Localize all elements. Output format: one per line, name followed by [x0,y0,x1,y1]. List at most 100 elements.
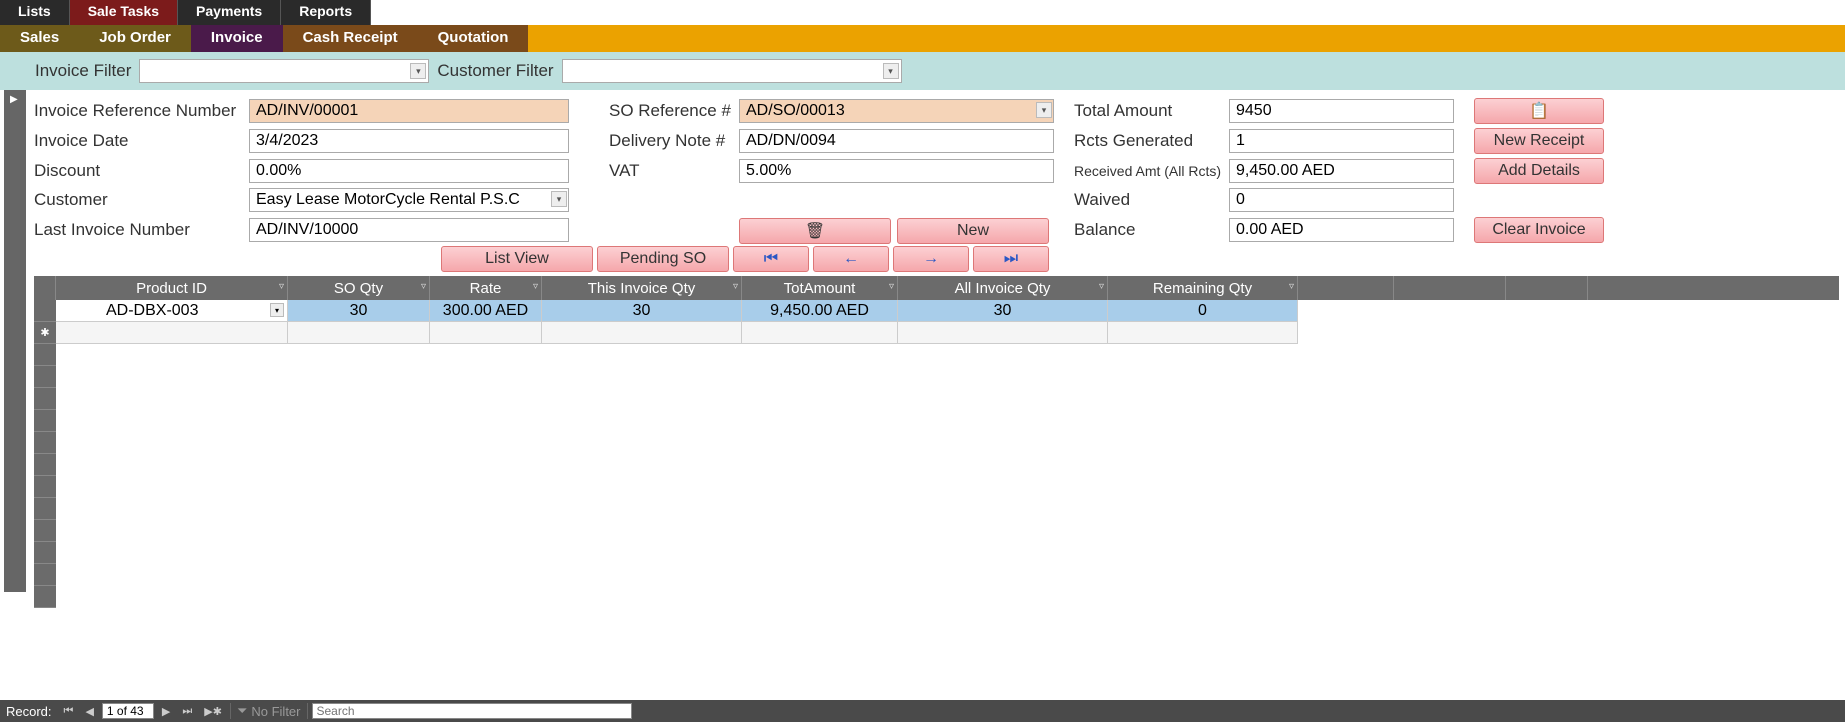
subtab-invoice[interactable]: Invoice [191,25,283,52]
col-extra-2[interactable] [1394,276,1506,300]
grid-blank-row [34,344,1839,366]
invoice-date-input[interactable] [249,129,569,153]
record-search-input[interactable] [312,703,632,719]
delete-button[interactable]: 🗑 [739,218,891,244]
record-new-icon[interactable]: ▶✱ [200,705,226,718]
so-ref-input[interactable] [739,99,1054,123]
list-view-button[interactable]: List View [441,246,593,272]
so-ref-label: SO Reference # [609,101,739,121]
nav-prev-button[interactable]: ← [813,246,889,272]
customer-input[interactable] [249,188,569,212]
discount-input[interactable] [249,159,569,183]
grid-blank-row [34,564,1839,586]
col-all-invoice-qty[interactable]: All Invoice Qty▿ [898,276,1108,300]
invoice-ref-input[interactable] [249,99,569,123]
subtab-job-order[interactable]: Job Order [79,25,191,52]
cell-all-invoice-qty[interactable]: 30 [898,300,1108,322]
filter-icon[interactable]: ▿ [1289,281,1294,292]
add-details-button[interactable]: Add Details [1474,158,1604,184]
total-amount-input[interactable] [1229,99,1454,123]
col-remaining-qty[interactable]: Remaining Qty▿ [1108,276,1298,300]
status-bar: Record: ⏮ ◀ 1 of 43 ▶ ⏭ ▶✱ ⏷No Filter [0,700,1845,722]
rcts-generated-input[interactable] [1229,129,1454,153]
tab-payments[interactable]: Payments [178,0,281,25]
grid-blank-row [34,542,1839,564]
subtab-quotation[interactable]: Quotation [418,25,529,52]
cell-so-qty[interactable]: 30 [288,300,430,322]
cell-rate[interactable]: 300.00 AED [430,300,542,322]
new-button[interactable]: New [897,218,1049,244]
subtab-cash-receipt[interactable]: Cash Receipt [283,25,418,52]
invoice-filter-label: Invoice Filter [35,61,131,81]
received-amt-input[interactable] [1229,159,1454,183]
trash-icon: 🗑 [805,221,825,241]
customer-filter-label: Customer Filter [437,61,553,81]
grid-header-row: Product ID▿ SO Qty▿ Rate▿ This Invoice Q… [34,276,1839,300]
col-this-invoice-qty[interactable]: This Invoice Qty▿ [542,276,742,300]
first-icon: ⏮ [764,250,778,268]
cell-remaining-qty[interactable]: 0 [1108,300,1298,322]
grid-row[interactable]: AD-DBX-003▾ 30 300.00 AED 30 9,450.00 AE… [34,300,1839,322]
filter-icon[interactable]: ▿ [421,281,426,292]
nav-first-button[interactable]: ⏮ [733,246,809,272]
tab-sale-tasks[interactable]: Sale Tasks [70,0,178,25]
tab-lists[interactable]: Lists [0,0,70,25]
grid-blank-row [34,432,1839,454]
col-extra-3[interactable] [1506,276,1588,300]
filter-icon[interactable]: ▿ [279,281,284,292]
filter-icon[interactable]: ▿ [533,281,538,292]
chevron-down-icon[interactable]: ▾ [270,303,284,317]
chevron-down-icon[interactable]: ▾ [883,63,899,79]
invoice-date-label: Invoice Date [34,131,249,151]
vat-label: VAT [609,161,739,181]
customer-label: Customer [34,190,249,210]
cell-tot-amount[interactable]: 9,450.00 AED [742,300,898,322]
chevron-down-icon[interactable]: ▾ [1036,102,1052,118]
record-last-icon[interactable]: ⏭ [178,705,196,718]
grid-blank-row [34,520,1839,542]
chevron-down-icon[interactable]: ▾ [410,63,426,79]
col-tot-amount[interactable]: TotAmount▿ [742,276,898,300]
cell-this-invoice-qty[interactable]: 30 [542,300,742,322]
prev-icon: ← [843,250,859,268]
grid-blank-row [34,410,1839,432]
grid-blank-row [34,586,1839,608]
filter-icon: ⏷ [237,703,247,719]
nav-next-button[interactable]: → [893,246,969,272]
record-position[interactable]: 1 of 43 [102,703,154,719]
filter-icon[interactable]: ▿ [889,281,894,292]
no-filter-indicator[interactable]: ⏷No Filter [230,703,308,719]
customer-filter-combo[interactable]: ▾ [562,59,902,83]
record-first-icon[interactable]: ⏮ [60,705,78,718]
record-next-icon[interactable]: ▶ [158,705,174,718]
nav-last-button[interactable]: ⏭ [973,246,1049,272]
pending-so-button[interactable]: Pending SO [597,246,729,272]
tab-reports[interactable]: Reports [281,0,371,25]
received-amt-label: Received Amt (All Rcts) [1074,163,1229,179]
grid-new-row[interactable]: ✱ [34,322,1839,344]
balance-input[interactable] [1229,218,1454,242]
filter-icon[interactable]: ▿ [1099,281,1104,292]
waived-input[interactable] [1229,188,1454,212]
delivery-note-input[interactable] [739,129,1054,153]
col-product-id[interactable]: Product ID▿ [56,276,288,300]
side-collapse-bar[interactable] [4,90,26,592]
col-rate[interactable]: Rate▿ [430,276,542,300]
copy-button[interactable]: 📋 [1474,98,1604,124]
subtab-sales[interactable]: Sales [0,25,79,52]
cell-product-id[interactable]: AD-DBX-003▾ [56,300,288,322]
delivery-note-label: Delivery Note # [609,131,739,151]
vat-input[interactable] [739,159,1054,183]
chevron-down-icon[interactable]: ▾ [551,191,567,207]
record-prev-icon[interactable]: ◀ [81,705,97,718]
invoice-filter-combo[interactable]: ▾ [139,59,429,83]
last-invoice-label: Last Invoice Number [34,220,249,240]
last-invoice-input[interactable] [249,218,569,242]
col-so-qty[interactable]: SO Qty▿ [288,276,430,300]
new-receipt-button[interactable]: New Receipt [1474,128,1604,154]
waived-label: Waived [1074,190,1229,210]
col-extra-1[interactable] [1298,276,1394,300]
filter-icon[interactable]: ▿ [733,281,738,292]
discount-label: Discount [34,161,249,181]
clear-invoice-button[interactable]: Clear Invoice [1474,217,1604,243]
